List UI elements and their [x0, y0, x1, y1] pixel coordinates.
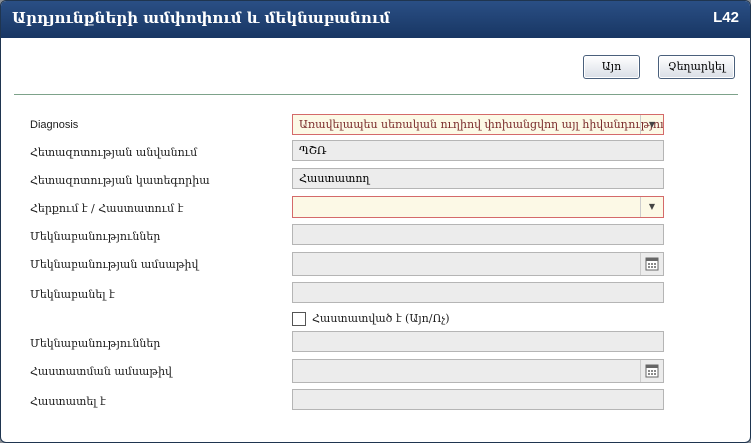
- research-name-label: Հետազոտության անվանում: [30, 146, 198, 159]
- dialog-window: Արդյունքների ամփոփում և մեկնաբանում L42 …: [0, 0, 751, 443]
- comment-date-label: Մեկնաբանության ամսաթիվ: [30, 258, 199, 271]
- chevron-down-icon[interactable]: ▼: [640, 197, 663, 217]
- comments-label: Մեկնաբանություններ: [30, 230, 161, 243]
- ok-button[interactable]: Այո: [583, 55, 640, 79]
- research-category-field[interactable]: Հաստատող: [292, 168, 664, 189]
- cancel-button[interactable]: Չեղարկել: [658, 55, 735, 79]
- commented-by-field[interactable]: [292, 282, 664, 303]
- dialog-title: Արդյունքների ամփոփում և մեկնաբանում: [12, 9, 391, 27]
- calendar-icon[interactable]: [640, 253, 663, 275]
- research-category-label: Հետազոտության կատեգորիա: [30, 174, 210, 187]
- refutes-confirms-select[interactable]: ▼: [292, 196, 664, 218]
- confirmed-by-field[interactable]: [292, 389, 664, 410]
- confirmed-checkbox-label: Հաստատված է (Այո/Ոչ): [312, 312, 450, 325]
- research-name-field[interactable]: ՊՇՌ: [292, 140, 664, 161]
- confirmed-by-label: Հաստատել է: [30, 395, 106, 408]
- comments-field[interactable]: [292, 224, 664, 245]
- confirmation-comments-label: Մեկնաբանություններ: [30, 337, 161, 350]
- diagnosis-select[interactable]: Առավելապես սեռական ուղիով փոխանցվող այլ …: [292, 114, 664, 135]
- confirmation-comments-field[interactable]: [292, 331, 664, 352]
- confirm-date-field[interactable]: [292, 359, 664, 383]
- form-code: L42: [713, 9, 739, 26]
- titlebar: Արդյունքների ամփոփում և մեկնաբանում L42: [1, 1, 750, 38]
- diagnosis-value: Առավելապես սեռական ուղիով փոխանցվող այլ …: [299, 118, 664, 131]
- chevron-down-icon[interactable]: ▼: [640, 115, 663, 134]
- diagnosis-label: Diagnosis: [30, 119, 79, 131]
- confirm-date-label: Հաստատման ամսաթիվ: [30, 365, 172, 378]
- divider: [14, 94, 738, 95]
- refutes-confirms-label: Հերքում է / Հաստատում է: [30, 202, 184, 215]
- comment-date-field[interactable]: [292, 252, 664, 276]
- commented-by-label: Մեկնաբանել է: [30, 288, 115, 301]
- calendar-icon[interactable]: [640, 360, 663, 382]
- confirmed-checkbox[interactable]: [292, 312, 306, 326]
